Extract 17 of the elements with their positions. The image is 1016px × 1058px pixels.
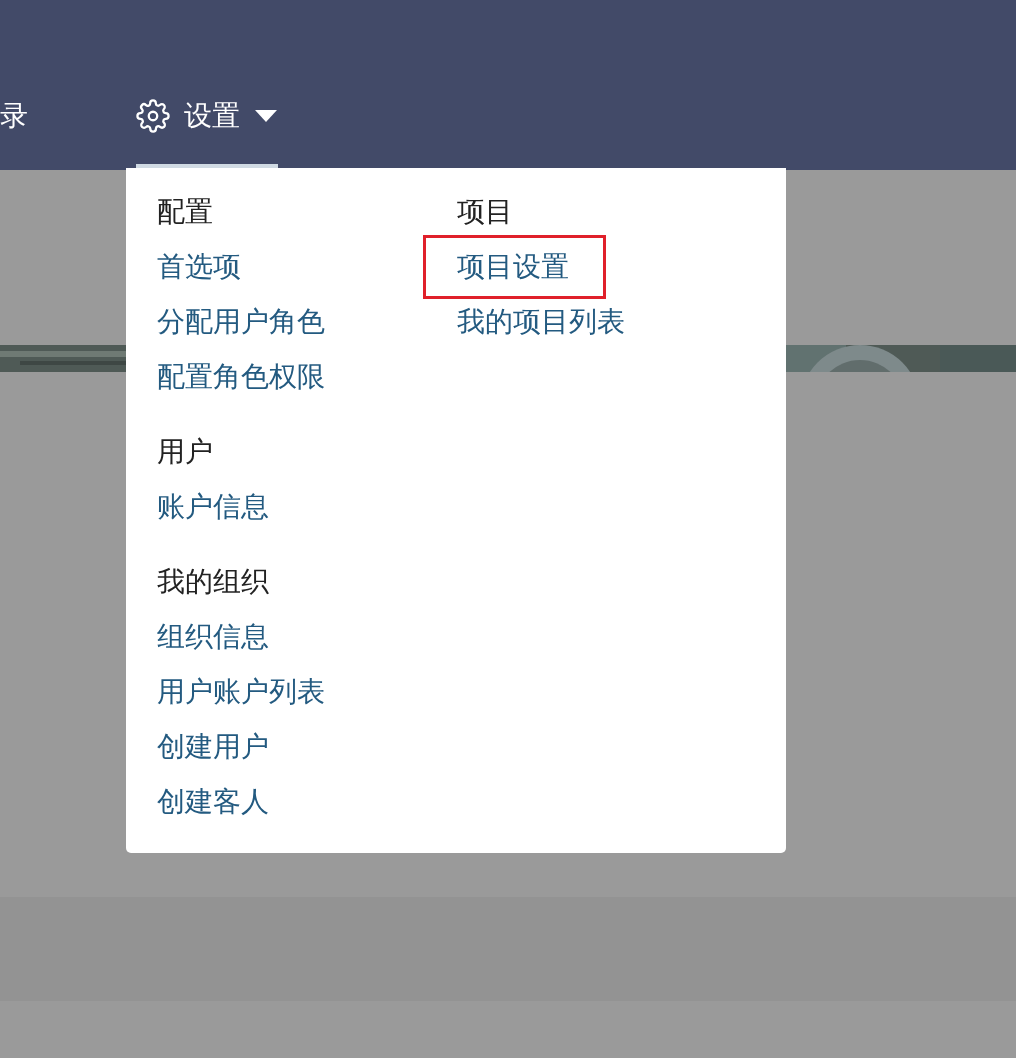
menu-link[interactable]: 账户信息 bbox=[157, 487, 269, 542]
menu-link[interactable]: 项目设置 bbox=[426, 238, 603, 296]
caret-icon bbox=[254, 109, 278, 123]
menu-link[interactable]: 分配用户角色 bbox=[157, 302, 325, 357]
nav-item[interactable]: 录 bbox=[0, 76, 28, 170]
menu-link[interactable]: 我的项目列表 bbox=[457, 302, 625, 357]
menu-link[interactable]: 配置角色权限 bbox=[157, 357, 325, 412]
menu-link[interactable]: 用户账户列表 bbox=[157, 672, 325, 727]
menu-link[interactable]: 创建客人 bbox=[157, 782, 269, 837]
menu-heading: 配置 bbox=[157, 194, 214, 230]
menu-link[interactable]: 首选项 bbox=[157, 247, 241, 302]
menu-link[interactable]: 组织信息 bbox=[157, 617, 269, 672]
menu-link[interactable]: 创建用户 bbox=[157, 727, 269, 782]
menu-heading: 我的组织 bbox=[157, 564, 270, 600]
menu-heading: 项目 bbox=[457, 194, 514, 230]
settings-icon bbox=[136, 99, 170, 133]
menu-heading: 用户 bbox=[157, 434, 214, 470]
